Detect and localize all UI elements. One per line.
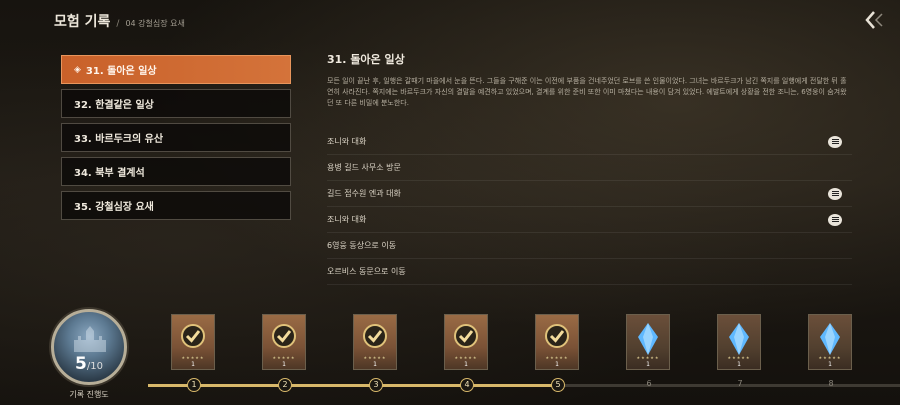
task-label: 오르비스 동문으로 이동	[327, 267, 406, 276]
reward-slot-3[interactable]: ★★★★★ 1	[353, 314, 397, 370]
progress-node-4: 4	[460, 378, 474, 392]
reward-quantity: 1	[373, 361, 377, 368]
chat-bubble-icon[interactable]	[828, 187, 842, 200]
progress-node-1: 1	[187, 378, 201, 392]
reward-quantity: 1	[646, 361, 650, 368]
checkmark-badge-icon	[272, 324, 296, 348]
reward-quantity: 1	[555, 361, 559, 368]
reward-quantity: 1	[464, 361, 468, 368]
progress-node-6: 6	[646, 379, 652, 388]
chat-bubble-icon[interactable]	[828, 135, 842, 148]
reward-quantity: 1	[737, 361, 741, 368]
reward-slot-6[interactable]: ★★★★★ 1	[626, 314, 670, 370]
progress-node-8: 8	[828, 379, 834, 388]
back-button[interactable]	[864, 9, 888, 31]
task-label: 조니와 대화	[327, 215, 367, 224]
chapter-item-35[interactable]: 35. 강철심장 요새	[61, 191, 291, 220]
task-label: 조니와 대화	[327, 137, 367, 146]
chapter-label: 31. 돌아온 일상	[85, 66, 157, 77]
task-item: 조니와 대화	[327, 207, 852, 233]
progress-count: 5/10	[54, 354, 124, 374]
progress-node-5: 5	[551, 378, 565, 392]
double-chevron-left-icon	[865, 11, 883, 29]
reward-stars-icon: ★★★★★	[454, 355, 478, 360]
chapter-item-32[interactable]: 32. 한결같은 일상	[61, 89, 291, 118]
checkmark-badge-icon	[363, 324, 387, 348]
progress-node-2: 2	[278, 378, 292, 392]
reward-quantity: 1	[191, 361, 195, 368]
task-item: 길드 접수원 엔과 대화	[327, 181, 852, 207]
task-label: 6영웅 동상으로 이동	[327, 241, 397, 250]
task-label: 길드 접수원 엔과 대화	[327, 189, 401, 198]
reward-stars-icon: ★★★★★	[545, 355, 569, 360]
checkmark-badge-icon	[545, 324, 569, 348]
reward-track	[148, 384, 900, 387]
reward-slot-8[interactable]: ★★★★★ 1	[808, 314, 852, 370]
reward-quantity: 1	[828, 361, 832, 368]
checkmark-badge-icon	[181, 324, 205, 348]
reward-stars-icon: ★★★★★	[363, 355, 387, 360]
reward-card: ★★★★★ 1	[353, 314, 397, 370]
progress-total: /10	[86, 361, 103, 372]
track-fill	[148, 384, 558, 387]
task-item: 6영웅 동상으로 이동	[327, 233, 852, 259]
chapter-detail: 31. 돌아온 일상 모든 일이 끝난 후, 일행은 갈때기 마을에서 눈을 뜬…	[327, 51, 852, 120]
task-item: 용병 길드 사무소 방문	[327, 155, 852, 181]
chapter-list: ◈ 31. 돌아온 일상 32. 한결같은 일상 33. 바르두크의 유산 34…	[61, 55, 291, 225]
reward-card: ★★★★★ 1	[444, 314, 488, 370]
chat-bubble-icon[interactable]	[828, 213, 842, 226]
reward-quantity: 1	[282, 361, 286, 368]
page-title: 모험 기록	[54, 14, 111, 30]
reward-stars-icon: ★★★★★	[818, 355, 842, 360]
active-diamond-icon: ◈	[74, 64, 81, 75]
reward-stars-icon: ★★★★★	[727, 355, 751, 360]
chapter-label: 32. 한결같은 일상	[74, 100, 154, 111]
task-label: 용병 길드 사무소 방문	[327, 163, 401, 172]
reward-card: ★★★★★ 1	[626, 314, 670, 370]
progress-current: 5	[75, 354, 87, 374]
blue-crystal-icon	[638, 323, 658, 355]
reward-card: ★★★★★ 1	[808, 314, 852, 370]
task-item: 조니와 대화	[327, 129, 852, 155]
progress-node-3: 3	[369, 378, 383, 392]
chapter-label: 35. 강철심장 요새	[74, 202, 154, 213]
chapter-item-34[interactable]: 34. 북부 결계석	[61, 157, 291, 186]
chapter-item-33[interactable]: 33. 바르두크의 유산	[61, 123, 291, 152]
header: 모험 기록 / 04 강철심장 요새	[54, 11, 185, 31]
reward-slot-5[interactable]: ★★★★★ 1	[535, 314, 579, 370]
reward-card: ★★★★★ 1	[717, 314, 761, 370]
task-item: 오르비스 동문으로 이동	[327, 259, 852, 285]
reward-slot-7[interactable]: ★★★★★ 1	[717, 314, 761, 370]
record-progress-badge: 5/10 기록 진행도	[49, 309, 129, 400]
reward-slot-1[interactable]: ★★★★★ 1	[171, 314, 215, 370]
castle-icon	[74, 326, 106, 352]
checkmark-badge-icon	[454, 324, 478, 348]
reward-slot-4[interactable]: ★★★★★ 1	[444, 314, 488, 370]
progress-label: 기록 진행도	[69, 390, 109, 399]
chapter-item-31[interactable]: ◈ 31. 돌아온 일상	[61, 55, 291, 84]
blue-crystal-icon	[820, 323, 840, 355]
blue-crystal-icon	[729, 323, 749, 355]
progress-ring: 5/10	[51, 309, 127, 385]
reward-card: ★★★★★ 1	[535, 314, 579, 370]
reward-stars-icon: ★★★★★	[636, 355, 660, 360]
detail-description: 모든 일이 끝난 후, 일행은 갈때기 마을에서 눈을 뜬다. 그들을 구해준 …	[327, 77, 847, 107]
breadcrumb: 04 강철심장 요새	[125, 19, 185, 28]
reward-card: ★★★★★ 1	[171, 314, 215, 370]
chapter-label: 33. 바르두크의 유산	[74, 134, 164, 145]
reward-card: ★★★★★ 1	[262, 314, 306, 370]
task-list: 조니와 대화 용병 길드 사무소 방문 길드 접수원 엔과 대화 조니와 대화 …	[327, 129, 852, 285]
reward-stars-icon: ★★★★★	[272, 355, 296, 360]
breadcrumb-separator: /	[116, 19, 120, 29]
detail-title: 31. 돌아온 일상	[327, 53, 405, 66]
reward-slot-2[interactable]: ★★★★★ 1	[262, 314, 306, 370]
reward-stars-icon: ★★★★★	[181, 355, 205, 360]
chapter-label: 34. 북부 결계석	[74, 168, 145, 179]
progress-node-7: 7	[737, 379, 743, 388]
